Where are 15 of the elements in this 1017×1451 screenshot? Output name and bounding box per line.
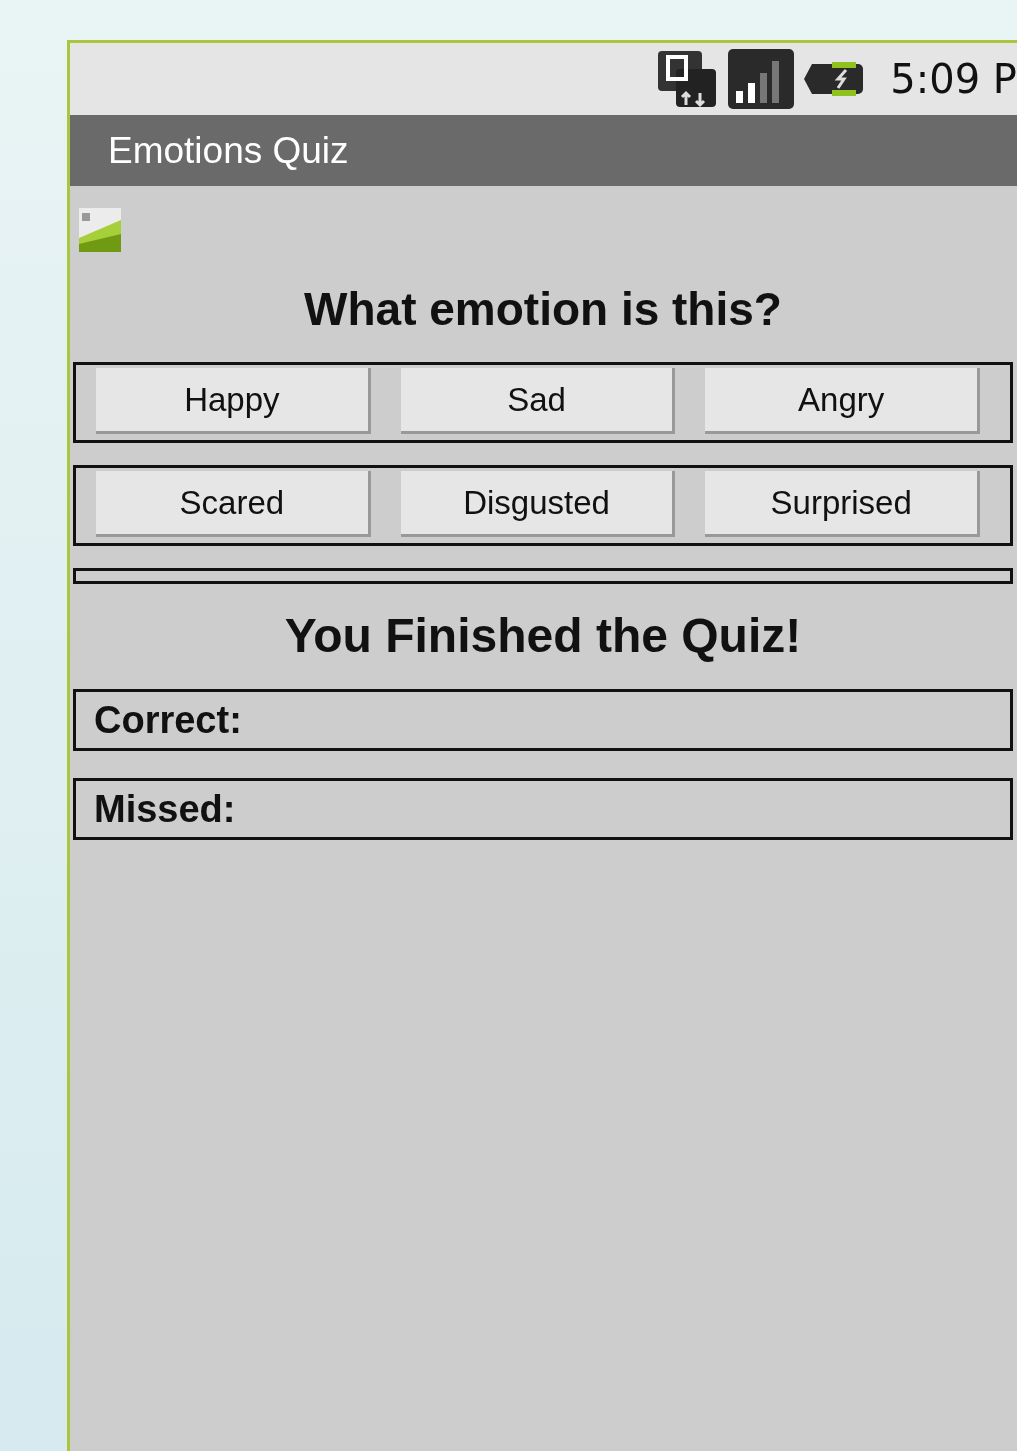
result-title: You Finished the Quiz! [283, 608, 803, 663]
answer-button[interactable]: Happy [96, 368, 371, 434]
answer-button[interactable]: Scared [96, 471, 371, 537]
question-text: What emotion is this? [303, 282, 783, 336]
app-title: Emotions Quiz [108, 129, 349, 172]
signal-icon [728, 49, 795, 109]
answer-button[interactable]: Angry [705, 368, 980, 434]
answer-button[interactable]: Surprised [705, 471, 980, 537]
result-label: Missed: [94, 787, 236, 831]
result-label: Correct: [94, 698, 242, 742]
status-time: 5:09 P [890, 56, 1017, 102]
network-icon [656, 49, 719, 109]
answer-button[interactable]: Sad [400, 368, 676, 434]
answer-button[interactable]: Disgusted [400, 471, 676, 537]
image-placeholder-icon [79, 208, 121, 252]
